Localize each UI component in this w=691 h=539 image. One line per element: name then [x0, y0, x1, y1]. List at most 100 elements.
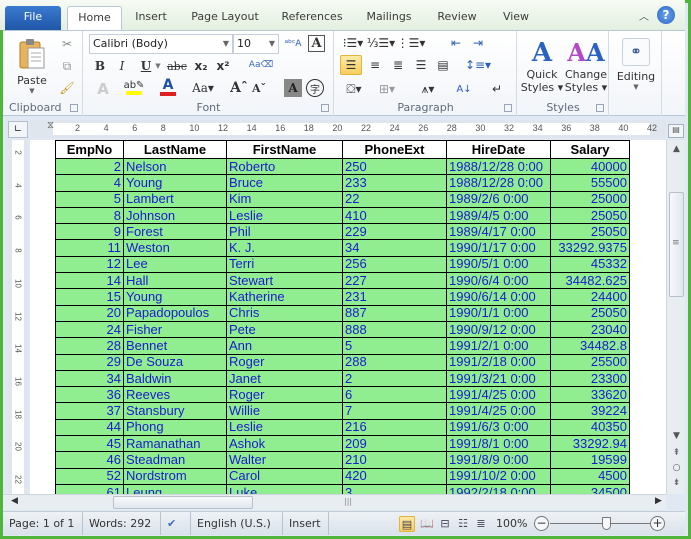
bold-icon[interactable]: B — [92, 57, 108, 75]
tab-view[interactable]: View — [496, 6, 536, 30]
table-cell-firstname[interactable]: Bruce — [226, 174, 343, 192]
table-cell-lastname[interactable]: De Souza — [123, 353, 227, 371]
table-cell-lastname[interactable]: Leung — [123, 483, 227, 494]
table-cell-firstname[interactable]: Luke — [226, 483, 343, 494]
distributed-icon[interactable]: ▤ — [433, 55, 453, 75]
table-cell-lastname[interactable]: Ramanathan — [123, 435, 227, 453]
table-cell-empno[interactable]: 37 — [55, 402, 124, 420]
paste-button[interactable]: Paste ▼ — [8, 35, 56, 97]
table-cell-lastname[interactable]: Weston — [123, 239, 227, 257]
next-page-icon[interactable]: ⇟ — [667, 478, 686, 488]
enclose-characters-icon[interactable]: 字 — [306, 79, 324, 97]
table-cell-firstname[interactable]: Phil — [226, 223, 343, 241]
table-cell-empno[interactable]: 9 — [55, 223, 124, 241]
table-cell-empno[interactable]: 2 — [55, 157, 124, 176]
table-cell-salary[interactable]: 40000 — [550, 157, 630, 176]
table-cell-firstname[interactable]: Roger — [226, 386, 343, 404]
numbering-icon[interactable]: ⅓☰▾ — [367, 34, 395, 52]
tab-review[interactable]: Review — [432, 6, 482, 30]
table-cell-salary[interactable]: 25500 — [550, 353, 630, 371]
editing-button[interactable]: ⚭ Editing ▼ — [613, 33, 659, 95]
table-cell-firstname[interactable]: Willie — [226, 402, 343, 420]
table-cell-hiredate[interactable]: 1990/9/12 0:00 — [446, 320, 551, 339]
help-icon[interactable]: ? — [657, 6, 675, 24]
tab-file[interactable]: File — [5, 6, 61, 30]
table-cell-empno[interactable]: 8 — [55, 206, 124, 225]
table-cell-empno[interactable]: 5 — [55, 190, 124, 208]
clipboard-launcher-icon[interactable] — [70, 104, 78, 112]
table-cell-lastname[interactable]: Forest — [123, 223, 227, 241]
table-cell-lastname[interactable]: Bennet — [123, 337, 227, 355]
table-cell-empno[interactable]: 28 — [55, 337, 124, 355]
table-cell-empno[interactable]: 44 — [55, 418, 124, 437]
table-cell-phoneext[interactable]: 256 — [342, 255, 447, 274]
table-cell-phoneext[interactable]: 231 — [342, 288, 447, 306]
scroll-left-icon[interactable]: ◀ — [11, 496, 18, 506]
table-cell-hiredate[interactable]: 1990/6/14 0:00 — [446, 288, 551, 306]
table-cell-hiredate[interactable]: 1991/6/3 0:00 — [446, 418, 551, 437]
tab-references[interactable]: References — [276, 6, 348, 30]
table-cell-firstname[interactable]: Terri — [226, 255, 343, 274]
table-cell-firstname[interactable]: Kim — [226, 190, 343, 208]
table-cell-phoneext[interactable]: 7 — [342, 402, 447, 420]
align-center-icon[interactable]: ≡ — [365, 55, 385, 75]
italic-icon[interactable]: I — [114, 57, 130, 75]
table-cell-salary[interactable]: 23040 — [550, 320, 630, 339]
table-cell-hiredate[interactable]: 1991/4/25 0:00 — [446, 386, 551, 404]
table-cell-empno[interactable]: 12 — [55, 255, 124, 274]
indent-marker-icon[interactable]: ⧖ — [47, 120, 57, 138]
table-cell-lastname[interactable]: Nordstrom — [123, 467, 227, 485]
superscript-icon[interactable]: x² — [214, 57, 232, 75]
tab-mailings[interactable]: Mailings — [360, 6, 418, 30]
table-cell-phoneext[interactable]: 250 — [342, 157, 447, 176]
table-cell-hiredate[interactable]: 1988/12/28 0:00 — [446, 157, 551, 176]
quick-styles-button[interactable]: A Quick Styles ▾ — [520, 33, 564, 99]
table-cell-hiredate[interactable]: 1991/2/18 0:00 — [446, 353, 551, 371]
table-cell-firstname[interactable]: Chris — [226, 304, 343, 322]
text-effects-icon[interactable]: A — [92, 79, 114, 99]
table-cell-lastname[interactable]: Lambert — [123, 190, 227, 208]
font-launcher-icon[interactable] — [321, 104, 329, 112]
table-cell-phoneext[interactable]: 288 — [342, 353, 447, 371]
table-cell-firstname[interactable]: Walter — [226, 451, 343, 469]
table-cell-salary[interactable]: 19599 — [550, 451, 630, 469]
horizontal-scroll-thumb[interactable]: ||| — [113, 496, 352, 509]
table-cell-phoneext[interactable]: 233 — [342, 174, 447, 192]
view-ruler-button[interactable]: ▤ — [668, 124, 684, 138]
table-cell-firstname[interactable]: Leslie — [226, 418, 343, 437]
change-styles-button[interactable]: AA Change Styles ▾ — [564, 33, 608, 99]
column-header-phoneext[interactable]: PhoneExt — [342, 140, 447, 159]
font-name-combo[interactable]: Calibri (Body) ▼ — [89, 34, 233, 54]
table-cell-lastname[interactable]: Stansbury — [123, 402, 227, 420]
table-cell-lastname[interactable]: Phong — [123, 418, 227, 437]
character-shading-icon[interactable]: A — [284, 79, 302, 97]
table-cell-hiredate[interactable]: 1990/6/4 0:00 — [446, 272, 551, 290]
table-cell-empno[interactable]: 52 — [55, 467, 124, 485]
subscript-icon[interactable]: x₂ — [192, 57, 210, 75]
chevron-down-icon[interactable]: ▼ — [223, 35, 229, 53]
borders-icon[interactable]: ⊞▾ — [373, 79, 401, 99]
proofing-icon[interactable]: ✔ — [161, 512, 191, 535]
column-header-lastname[interactable]: LastName — [123, 140, 227, 159]
table-cell-salary[interactable]: 33620 — [550, 386, 630, 404]
decrease-indent-icon[interactable]: ⇤ — [447, 34, 465, 52]
column-header-hiredate[interactable]: HireDate — [446, 140, 551, 159]
table-cell-salary[interactable]: 34482.625 — [550, 272, 630, 290]
change-case-abc-icon[interactable]: ᵃᵇᶜA — [284, 34, 302, 54]
table-cell-hiredate[interactable]: 1991/8/9 0:00 — [446, 451, 551, 469]
tab-selector[interactable]: ∟ — [8, 121, 28, 138]
previous-page-icon[interactable]: ⇞ — [667, 448, 686, 458]
vertical-scroll-thumb[interactable]: ≡ — [669, 192, 684, 297]
table-cell-phoneext[interactable]: 410 — [342, 206, 447, 225]
multilevel-list-icon[interactable]: ⋮☰▾ — [397, 34, 426, 52]
scroll-up-icon[interactable]: ▲ — [667, 144, 686, 154]
table-cell-empno[interactable]: 61 — [55, 483, 124, 494]
column-header-firstname[interactable]: FirstName — [226, 140, 343, 159]
table-cell-empno[interactable]: 36 — [55, 386, 124, 404]
table-cell-salary[interactable]: 34500 — [550, 483, 630, 494]
table-cell-empno[interactable]: 20 — [55, 304, 124, 322]
character-border-icon[interactable]: A — [308, 35, 325, 52]
table-cell-salary[interactable]: 25050 — [550, 206, 630, 225]
table-cell-firstname[interactable]: Katherine — [226, 288, 343, 306]
table-cell-salary[interactable]: 55500 — [550, 174, 630, 192]
